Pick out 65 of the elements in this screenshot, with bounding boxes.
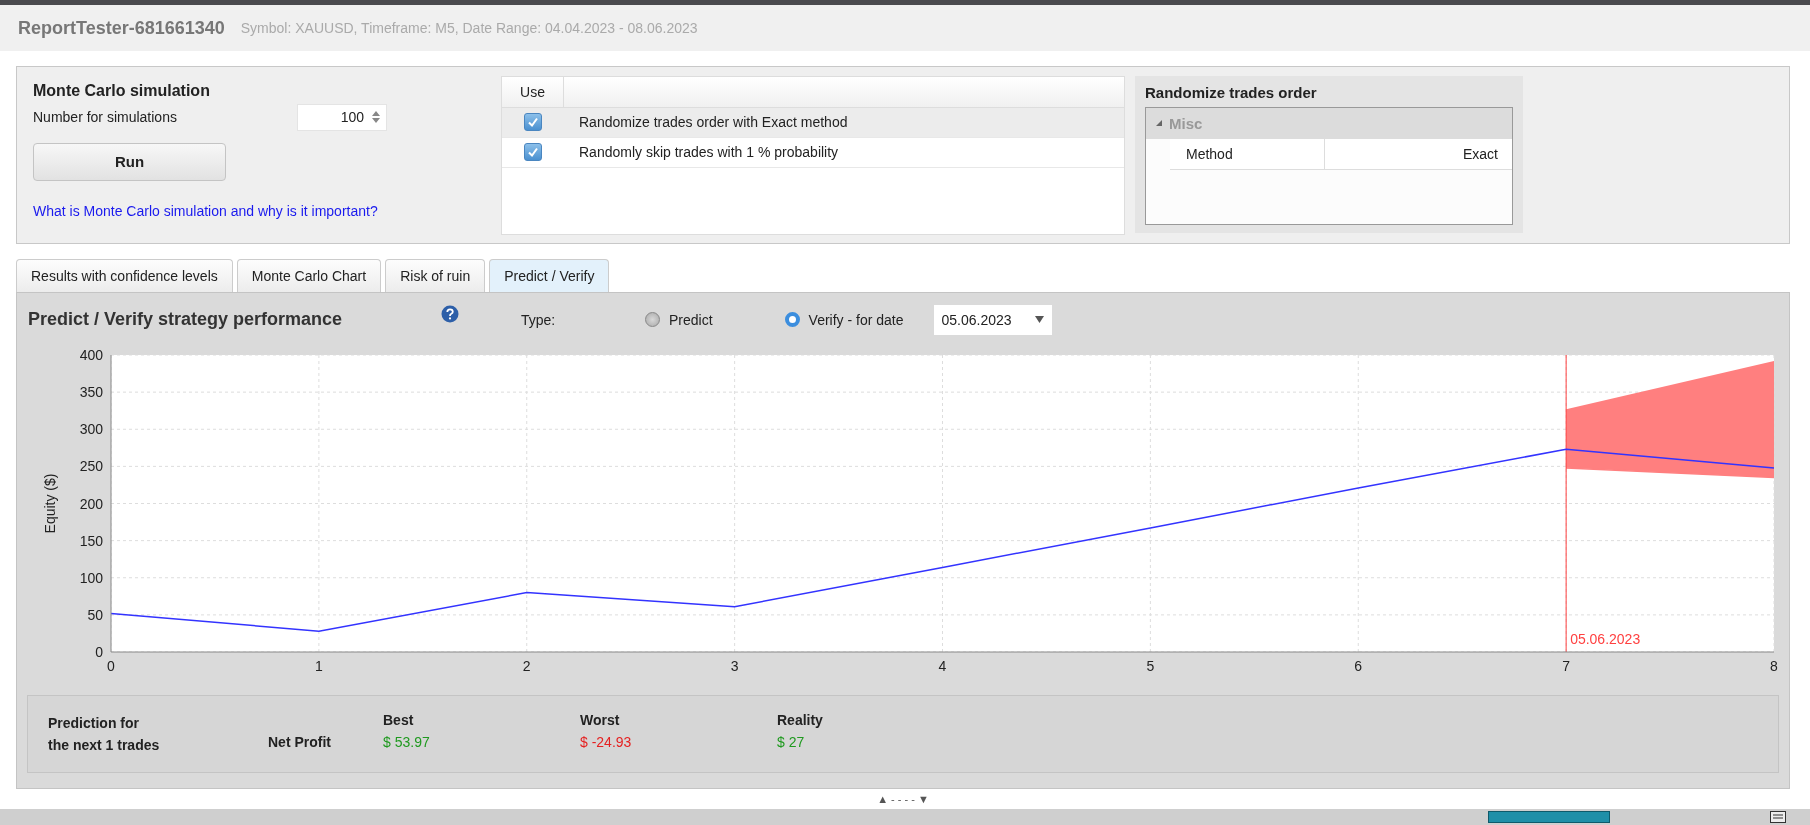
x-tick-label: 1	[315, 657, 323, 674]
option-label: Randomly skip trades with 1 % probability	[579, 144, 839, 161]
y-tick-label: 0	[95, 643, 103, 660]
column-header: Worst	[580, 711, 621, 728]
number-spinner[interactable]: 100	[297, 103, 387, 131]
run-button[interactable]: Run	[33, 142, 226, 181]
spinner-arrows-icon	[372, 111, 380, 124]
tab[interactable]: Predict / Verify	[489, 258, 610, 292]
radio-option[interactable]: Verify - for date	[784, 311, 904, 328]
option-row[interactable]: Randomly skip trades with 1 % probability	[502, 137, 1124, 168]
expander-icon	[1155, 119, 1163, 128]
tab[interactable]: Monte Carlo Chart	[236, 258, 382, 292]
y-tick-label: 250	[79, 458, 103, 475]
x-tick-label: 3	[730, 657, 739, 674]
tab[interactable]: Results with confidence levels	[16, 258, 233, 292]
checkmark-icon	[526, 116, 539, 129]
field-label: Number for simulations	[33, 109, 178, 126]
y-axis-label: Equity ($)	[42, 473, 58, 534]
x-tick-label: 5	[1146, 657, 1155, 674]
splitter-handle[interactable]: ▲ - - - - ▼	[877, 792, 929, 805]
y-tick-label: 100	[79, 569, 103, 586]
dropdown-caret-icon	[1034, 316, 1044, 324]
section-title: Monte Carlo simulation	[33, 81, 211, 100]
help-icon[interactable]	[441, 304, 459, 323]
radio-button[interactable]	[784, 312, 800, 328]
radio-button[interactable]	[645, 312, 660, 328]
x-tick-label: 0	[107, 657, 115, 674]
help-link[interactable]: What is Monte Carlo simulation and why is it important?	[33, 202, 483, 219]
y-tick-label: 350	[79, 384, 103, 401]
y-tick-label: 150	[79, 532, 103, 549]
y-tick-label: 300	[79, 421, 103, 438]
option-label: Randomize trades order with Exact method	[579, 114, 848, 131]
panel-title: Predict / Verify strategy performance	[28, 309, 344, 331]
window-title: ReportTester-681661340	[18, 17, 225, 39]
column-header: Reality	[777, 711, 824, 728]
option-row[interactable]: Randomize trades order with Exact method	[502, 107, 1124, 138]
panel-title: Randomize trades order	[1145, 83, 1318, 101]
profit-value: $ 53.97	[383, 733, 431, 750]
column-header: Use	[502, 76, 564, 107]
x-tick-label: 8	[1770, 657, 1778, 674]
profit-value: $ 27	[777, 733, 806, 750]
keyboard-icon	[1770, 810, 1786, 823]
x-tick-label: 4	[938, 657, 947, 674]
y-tick-label: 50	[87, 606, 103, 623]
date-dropdown[interactable]: 05.06.2023	[933, 304, 1052, 335]
type-label: Type:	[521, 311, 557, 328]
profit-value: $ -24.93	[580, 733, 633, 750]
checkbox[interactable]	[523, 113, 542, 132]
date-marker-label: 05.06.2023	[1570, 630, 1641, 647]
row-label: Net Profit	[268, 733, 332, 750]
property-value[interactable]: Exact	[1325, 145, 1512, 162]
status-meter-icon	[1488, 810, 1610, 823]
y-tick-label: 400	[79, 346, 103, 363]
property-name: Method	[1170, 138, 1325, 169]
x-tick-label: 2	[522, 657, 531, 674]
checkbox[interactable]	[523, 143, 542, 162]
column-header: Best	[383, 711, 415, 728]
x-tick-label: 6	[1354, 657, 1363, 674]
summary-title: Prediction for the next 1 trades	[48, 713, 161, 755]
tab[interactable]: Risk of ruin	[385, 258, 486, 292]
window-subtitle: Symbol: XAUUSD, Timeframe: M5, Date Range: 04.04.2023 - 08.06.2023	[240, 20, 698, 37]
y-tick-label: 200	[79, 495, 103, 512]
x-tick-label: 7	[1562, 657, 1570, 674]
checkmark-icon	[526, 146, 539, 159]
radio-option[interactable]: Predict	[645, 311, 713, 328]
